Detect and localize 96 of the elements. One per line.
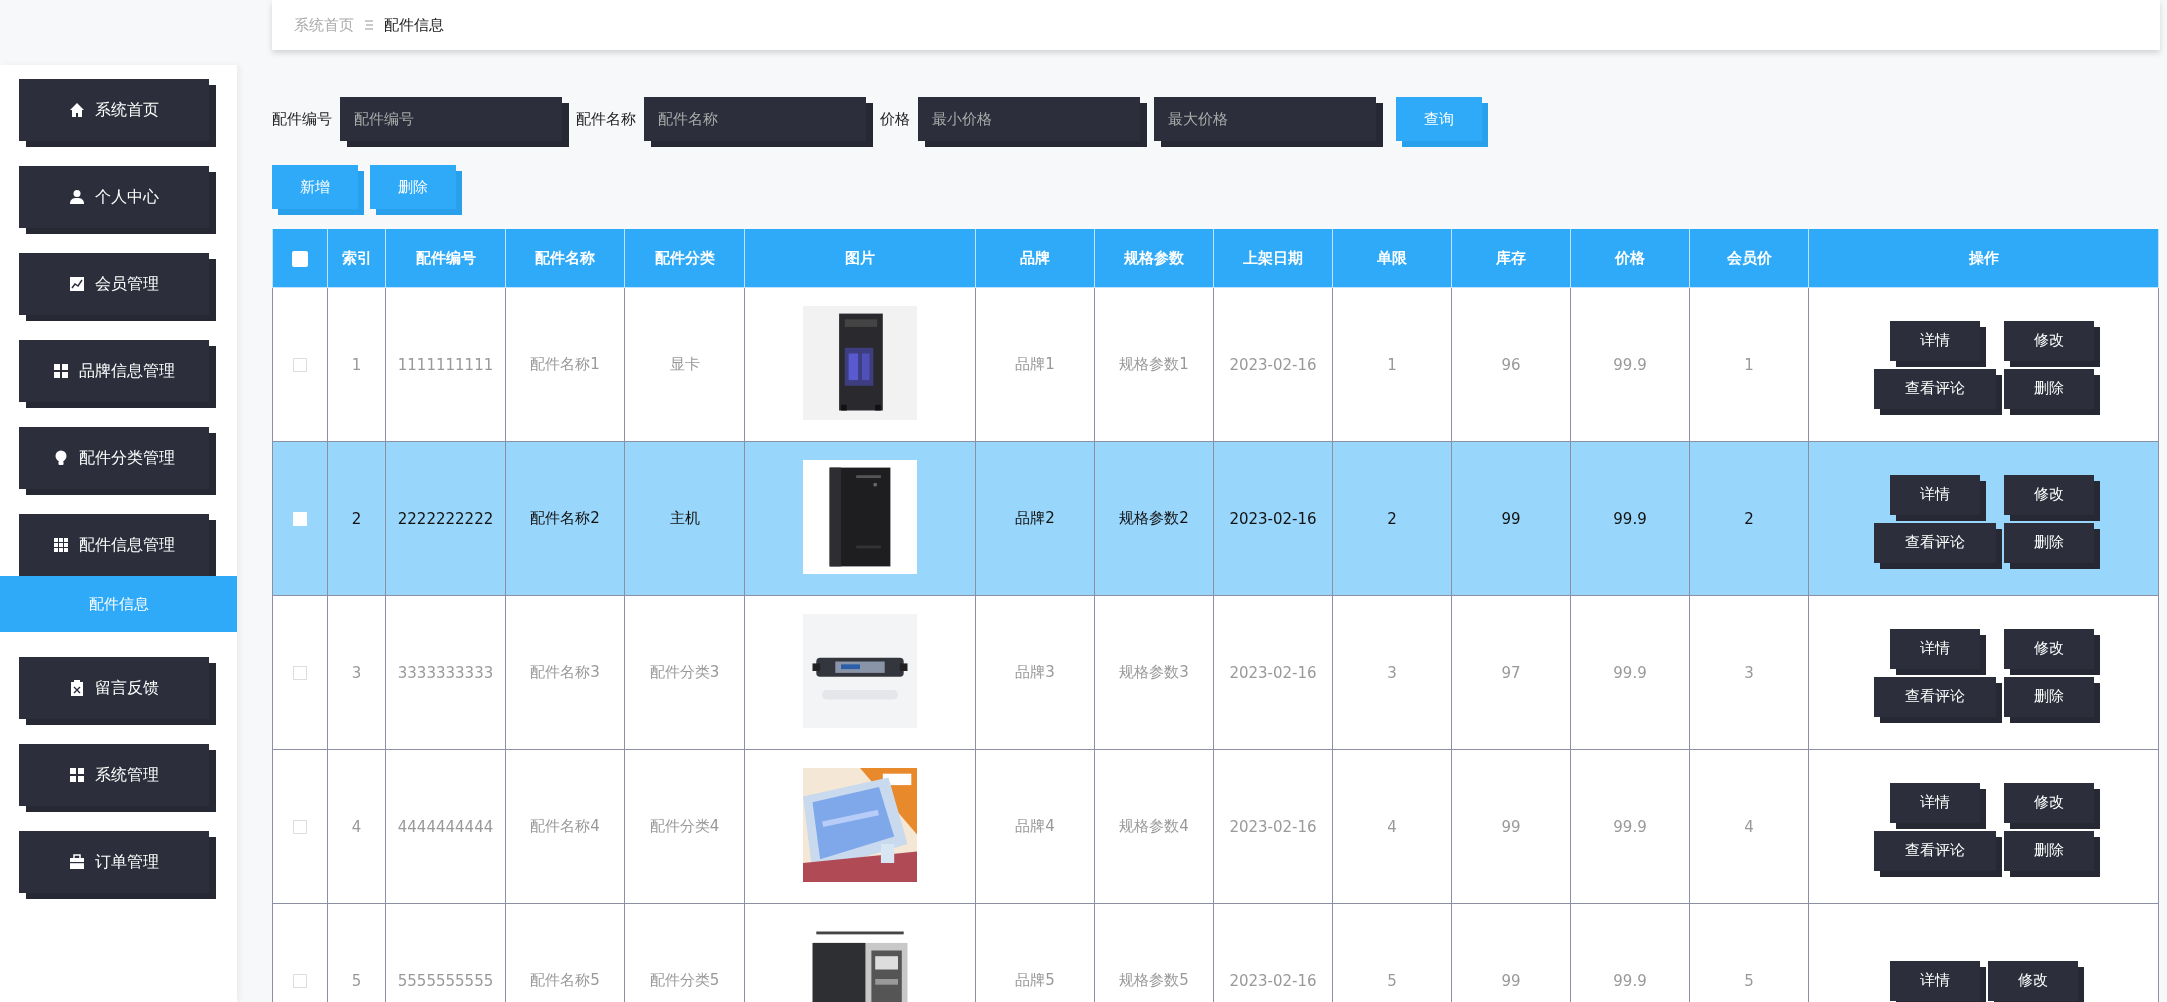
table-cell: 品牌4 bbox=[1015, 817, 1055, 835]
lightbulb-icon bbox=[53, 450, 69, 466]
header-checkbox[interactable] bbox=[292, 250, 308, 267]
column-header: 规格参数 bbox=[1094, 229, 1214, 288]
separator-icon bbox=[364, 19, 374, 31]
column-header: 操作 bbox=[1808, 229, 2159, 288]
table-cell: 97 bbox=[1501, 663, 1521, 682]
column-header: 索引 bbox=[327, 229, 386, 288]
column-header: 单限 bbox=[1332, 229, 1452, 288]
field-label: 价格 bbox=[880, 109, 910, 129]
column-header: 会员价 bbox=[1689, 229, 1809, 288]
table-cell: 1 bbox=[1744, 355, 1754, 374]
table-cell: 5 bbox=[1744, 971, 1754, 990]
table-cell: 2 bbox=[1744, 509, 1754, 528]
column-header: 库存 bbox=[1451, 229, 1571, 288]
table-cell: 3333333333 bbox=[397, 663, 494, 682]
grid-icon bbox=[53, 537, 69, 553]
table-cell: 99 bbox=[1501, 509, 1521, 528]
table-cell: 99 bbox=[1501, 971, 1521, 990]
table-cell: 配件名称4 bbox=[530, 817, 600, 835]
table-cell: 4 bbox=[1744, 817, 1754, 836]
table-row[interactable]: 3 3333333333 配件名称3 配件分类3 品牌3 规格参数3 2023-02-16 3 97 99.9 3 详情 修改 查看评论 删除 bbox=[272, 595, 2159, 750]
column-header: 配件分类 bbox=[624, 229, 745, 288]
table-cell: 4444444444 bbox=[397, 817, 494, 836]
table-cell: 规格参数5 bbox=[1119, 971, 1189, 989]
table-cell: 2023-02-16 bbox=[1229, 663, 1317, 682]
table-cell: 配件分类5 bbox=[649, 971, 720, 989]
column-header: 图片 bbox=[744, 229, 976, 288]
table-cell: 规格参数1 bbox=[1119, 355, 1189, 373]
table-cell: 99.9 bbox=[1613, 355, 1647, 374]
row-checkbox[interactable] bbox=[293, 666, 307, 680]
table-cell: 5 bbox=[1387, 971, 1397, 990]
search-field[interactable]: 最大价格 bbox=[1154, 97, 1376, 141]
table-cell: 2023-02-16 bbox=[1229, 355, 1317, 374]
table-cell: 配件名称5 bbox=[530, 971, 600, 989]
table-cell: 2222222222 bbox=[397, 509, 494, 528]
column-header: 价格 bbox=[1570, 229, 1690, 288]
search-field[interactable]: 最小价格 bbox=[918, 97, 1140, 141]
breadcrumb-link[interactable]: 配件信息 bbox=[384, 15, 444, 35]
table-row[interactable]: 5 5555555555 配件名称5 配件分类5 品牌5 规格参数5 2023-02-16 5 99 99.9 5 详情 修改 bbox=[272, 903, 2159, 1002]
table-cell: 99.9 bbox=[1613, 817, 1647, 836]
column-header: 上架日期 bbox=[1213, 229, 1333, 288]
table-cell: 2 bbox=[1387, 509, 1397, 528]
chart-icon bbox=[69, 276, 85, 292]
table-cell: 配件名称2 bbox=[530, 509, 600, 527]
table-cell: 5555555555 bbox=[397, 971, 494, 990]
row-index: 4 bbox=[351, 817, 362, 836]
table-cell: 4 bbox=[1387, 817, 1397, 836]
search-field[interactable]: 配件名称 bbox=[644, 97, 866, 141]
grid-icon bbox=[53, 363, 69, 379]
row-index: 2 bbox=[351, 509, 362, 528]
row-checkbox[interactable] bbox=[293, 358, 307, 372]
table-cell: 规格参数3 bbox=[1119, 663, 1189, 681]
table-cell: 99.9 bbox=[1613, 509, 1647, 528]
table-cell: 规格参数2 bbox=[1119, 509, 1189, 527]
table-cell: 规格参数4 bbox=[1119, 817, 1189, 835]
table-cell: 2023-02-16 bbox=[1229, 971, 1317, 990]
table-cell: 3 bbox=[1387, 663, 1397, 682]
table-cell: 品牌5 bbox=[1015, 971, 1055, 989]
row-checkbox[interactable] bbox=[293, 820, 307, 834]
column-header: 配件编号 bbox=[385, 229, 506, 288]
table-cell: 配件名称3 bbox=[530, 663, 600, 681]
row-checkbox[interactable] bbox=[293, 974, 307, 988]
briefcase-icon bbox=[69, 854, 85, 870]
table-cell: 99.9 bbox=[1613, 971, 1647, 990]
table-row[interactable]: 4 4444444444 配件名称4 配件分类4 品牌4 规格参数4 2023-02-16 4 99 99.9 4 详情 修改 查看评论 删除 bbox=[272, 749, 2159, 904]
row-index: 5 bbox=[351, 971, 362, 990]
home-icon bbox=[69, 102, 85, 118]
table-cell: 96 bbox=[1501, 355, 1521, 374]
table-cell: 品牌3 bbox=[1015, 663, 1055, 681]
table-cell: 品牌2 bbox=[1015, 509, 1055, 527]
table-cell: 配件分类4 bbox=[649, 817, 720, 835]
field-label: 配件名称 bbox=[576, 109, 636, 129]
field-label: 配件编号 bbox=[272, 109, 332, 129]
user-icon bbox=[69, 189, 85, 205]
row-index: 1 bbox=[351, 355, 362, 374]
table-cell: 2023-02-16 bbox=[1229, 509, 1317, 528]
column-header: 品牌 bbox=[975, 229, 1095, 288]
column-header: 配件名称 bbox=[505, 229, 625, 288]
table-cell: 配件分类3 bbox=[649, 663, 720, 681]
table-cell: 主机 bbox=[669, 509, 700, 527]
search-field[interactable]: 配件编号 bbox=[340, 97, 562, 141]
table-cell: 3 bbox=[1744, 663, 1754, 682]
row-index: 3 bbox=[351, 663, 362, 682]
table-cell: 1111111111 bbox=[397, 355, 494, 374]
table-cell: 99 bbox=[1501, 817, 1521, 836]
table-cell: 99.9 bbox=[1613, 663, 1647, 682]
table-cell: 1 bbox=[1387, 355, 1397, 374]
table-cell: 品牌1 bbox=[1015, 355, 1055, 373]
table-cell: 2023-02-16 bbox=[1229, 817, 1317, 836]
table-cell: 配件名称1 bbox=[530, 355, 600, 373]
table-cell: 显卡 bbox=[669, 355, 700, 373]
table-row[interactable]: 2 2222222222 配件名称2 主机 品牌2 规格参数2 2023-02-16 2 99 99.9 2 详情 修改 查看评论 删除 bbox=[272, 441, 2159, 596]
grid-icon bbox=[69, 767, 85, 783]
clipboard-icon bbox=[69, 680, 85, 696]
table-row[interactable]: 1 1111111111 配件名称1 显卡 品牌1 规格参数1 2023-02-16 1 96 99.9 1 详情 修改 查看评论 删除 bbox=[272, 287, 2159, 442]
